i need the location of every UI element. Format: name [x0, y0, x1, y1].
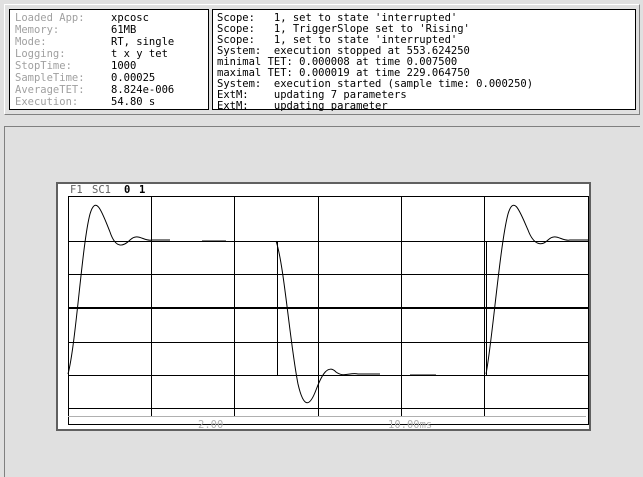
status-panel: Loaded App: xpcosc Memory: 61MB Mode: RT… — [4, 4, 640, 115]
info-label: Loaded App: — [15, 12, 85, 24]
info-value: RT, single — [111, 36, 175, 48]
info-value: xpcosc — [111, 12, 149, 24]
plot-frame — [68, 196, 589, 425]
info-label: AverageTET: — [15, 84, 85, 96]
info-label: StopTime: — [15, 60, 72, 72]
scope-header: F1 SC1 0 1 — [58, 184, 589, 196]
info-label: Logging: — [15, 48, 66, 60]
info-value: 0.00025 — [111, 72, 156, 84]
info-value: 61MB — [111, 24, 137, 36]
log-line: ExtM: updating parameter — [217, 100, 388, 112]
info-label: SampleTime: — [15, 72, 85, 84]
target-info-box: Loaded App: xpcosc Memory: 61MB Mode: RT… — [9, 9, 209, 110]
x-scale-label: 10.00ms — [388, 419, 433, 431]
scope-window[interactable]: F1 SC1 0 1 2.00 10.00ms — [56, 182, 591, 431]
info-label: Mode: — [15, 36, 47, 48]
y-scale-label: 2.00 — [198, 419, 224, 431]
info-value: 1000 — [111, 60, 137, 72]
signal-index-0[interactable]: 0 — [124, 184, 130, 196]
info-value: 54.80 s — [111, 96, 156, 108]
scope-label: SC1 — [92, 184, 111, 196]
info-label: Memory: — [15, 24, 60, 36]
info-value: t x y tet — [111, 48, 168, 60]
info-label: Execution: — [15, 96, 79, 108]
signal-trace — [67, 205, 588, 404]
figure-label: F1 — [70, 184, 83, 196]
signal-index-1[interactable]: 1 — [139, 184, 145, 196]
info-value: 8.824e-006 — [111, 84, 175, 96]
scope-plot — [67, 196, 589, 425]
message-log: Scope: 1, set to state 'interrupted' Sco… — [212, 9, 636, 112]
